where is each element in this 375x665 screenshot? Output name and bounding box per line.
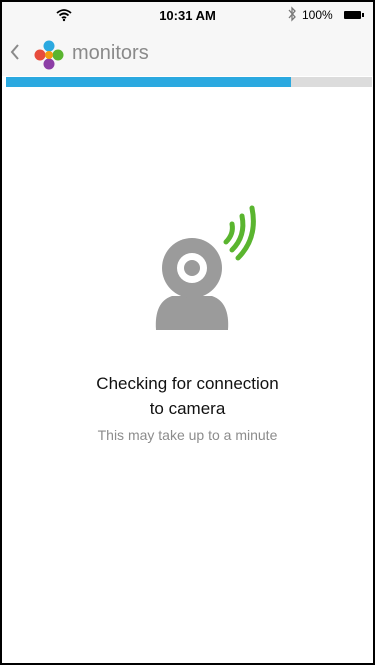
headline-line-1: Checking for connection bbox=[96, 374, 279, 393]
nav-title: monitors bbox=[72, 42, 149, 64]
baby-monitor-camera-icon bbox=[146, 204, 266, 339]
status-bar: 10:31 AM 100% bbox=[2, 2, 373, 30]
navigation-bar: monitors bbox=[2, 30, 373, 76]
status-subtext: This may take up to a minute bbox=[97, 427, 278, 443]
back-button[interactable] bbox=[10, 38, 70, 70]
app-logo-icon bbox=[32, 38, 66, 77]
chevron-left-icon bbox=[10, 42, 20, 67]
signal-waves-icon bbox=[223, 205, 256, 261]
progress-fill bbox=[6, 77, 292, 87]
status-headline: Checking for connection to camera bbox=[2, 371, 373, 421]
progress-bar bbox=[6, 77, 372, 87]
battery-icon bbox=[344, 11, 364, 19]
headline-line-2: to camera bbox=[149, 399, 226, 418]
bluetooth-icon bbox=[288, 6, 297, 25]
battery-percent: 100% bbox=[302, 8, 333, 22]
app-screen: 10:31 AM 100% monitors Checking for conn… bbox=[0, 0, 375, 665]
